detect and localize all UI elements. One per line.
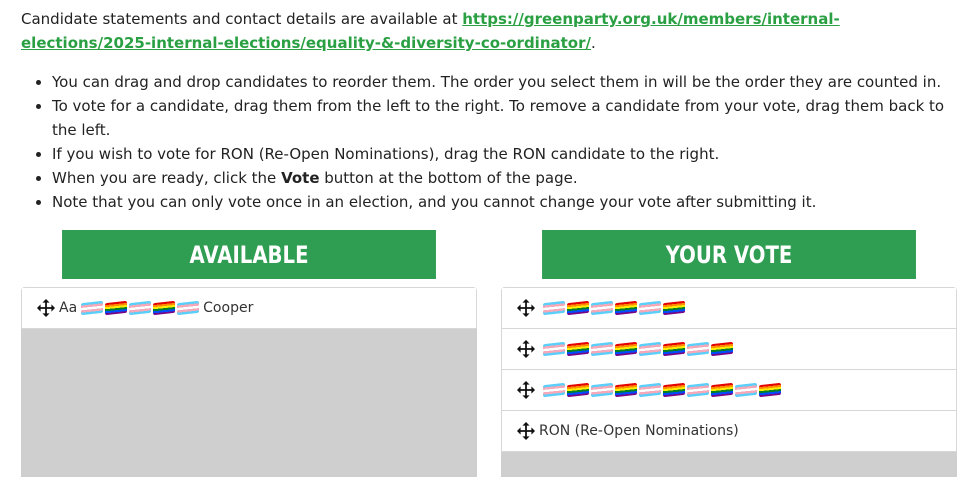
trans-flag-icon — [543, 341, 565, 357]
trans-flag-icon — [177, 300, 200, 316]
available-dropzone[interactable]: Aa Cooper — [21, 287, 477, 477]
rainbow-flag-icon — [663, 300, 685, 316]
instruction-drag-to-vote: To vote for a candidate, drag them from … — [52, 94, 972, 142]
available-panel: AVAILABLE Aa Cooper — [21, 230, 477, 477]
your-vote-header: YOUR VOTE — [542, 230, 916, 279]
move-arrows-icon — [37, 299, 55, 317]
instruction-vote-button: When you are ready, click the Vote butto… — [52, 166, 972, 190]
instruction-vote-bold: Vote — [281, 169, 320, 187]
your-vote-panel: YOUR VOTE RON (Re-Open Nominations) — [501, 230, 957, 477]
instruction-vote-pre: When you are ready, click the — [52, 169, 282, 187]
vote-item[interactable] — [501, 287, 957, 328]
rainbow-flag-icon — [759, 382, 781, 398]
trans-flag-icon — [591, 300, 613, 316]
vote-item-ron[interactable]: RON (Re-Open Nominations) — [501, 410, 957, 452]
vote-item[interactable] — [501, 369, 957, 410]
trans-flag-icon — [639, 382, 661, 398]
instruction-vote-post: button at the bottom of the page. — [319, 169, 578, 187]
instructions-list: You can drag and drop candidates to reor… — [21, 70, 972, 214]
trans-flag-icon — [591, 341, 613, 357]
trans-flag-icon — [81, 300, 104, 316]
intro-paragraph: Candidate statements and contact details… — [21, 7, 951, 55]
rainbow-flag-icon — [615, 300, 637, 316]
rainbow-flag-icon — [567, 341, 589, 357]
trans-flag-icon — [639, 341, 661, 357]
trans-flag-icon — [687, 382, 709, 398]
move-arrows-icon — [517, 340, 535, 358]
trans-flag-icon — [129, 300, 152, 316]
rainbow-flag-icon — [567, 382, 589, 398]
trans-flag-icon — [639, 300, 661, 316]
trans-flag-icon — [735, 382, 757, 398]
your-vote-dropzone[interactable]: RON (Re-Open Nominations) — [501, 287, 957, 477]
trans-flag-icon — [543, 300, 565, 316]
instruction-reorder: You can drag and drop candidates to reor… — [52, 70, 972, 94]
intro-suffix: . — [590, 34, 596, 52]
trans-flag-icon — [687, 341, 709, 357]
rainbow-flag-icon — [153, 300, 176, 316]
move-arrows-icon — [517, 299, 535, 317]
rainbow-flag-icon — [615, 382, 637, 398]
rainbow-flag-icon — [615, 341, 637, 357]
flag-emoji-group — [543, 382, 781, 398]
rainbow-flag-icon — [663, 341, 685, 357]
candidate-name-start: Aa — [59, 300, 78, 316]
move-arrows-icon — [517, 381, 535, 399]
candidate-name-end: Cooper — [203, 300, 254, 316]
trans-flag-icon — [543, 382, 565, 398]
instruction-ron: If you wish to vote for RON (Re-Open Nom… — [52, 142, 972, 166]
vote-item[interactable] — [501, 328, 957, 369]
intro-text: Candidate statements and contact details… — [21, 10, 463, 28]
rainbow-flag-icon — [105, 300, 128, 316]
flag-emoji-group — [81, 300, 200, 316]
instruction-vote-once: Note that you can only vote once in an e… — [52, 190, 972, 214]
rainbow-flag-icon — [663, 382, 685, 398]
flag-emoji-group — [543, 341, 733, 357]
available-header: AVAILABLE — [62, 230, 436, 279]
ron-label: RON (Re-Open Nominations) — [539, 423, 739, 439]
rainbow-flag-icon — [711, 341, 733, 357]
move-arrows-icon — [517, 422, 535, 440]
trans-flag-icon — [591, 382, 613, 398]
candidate-item[interactable]: Aa Cooper — [21, 287, 477, 329]
flag-emoji-group — [543, 300, 685, 316]
rainbow-flag-icon — [711, 382, 733, 398]
rainbow-flag-icon — [567, 300, 589, 316]
